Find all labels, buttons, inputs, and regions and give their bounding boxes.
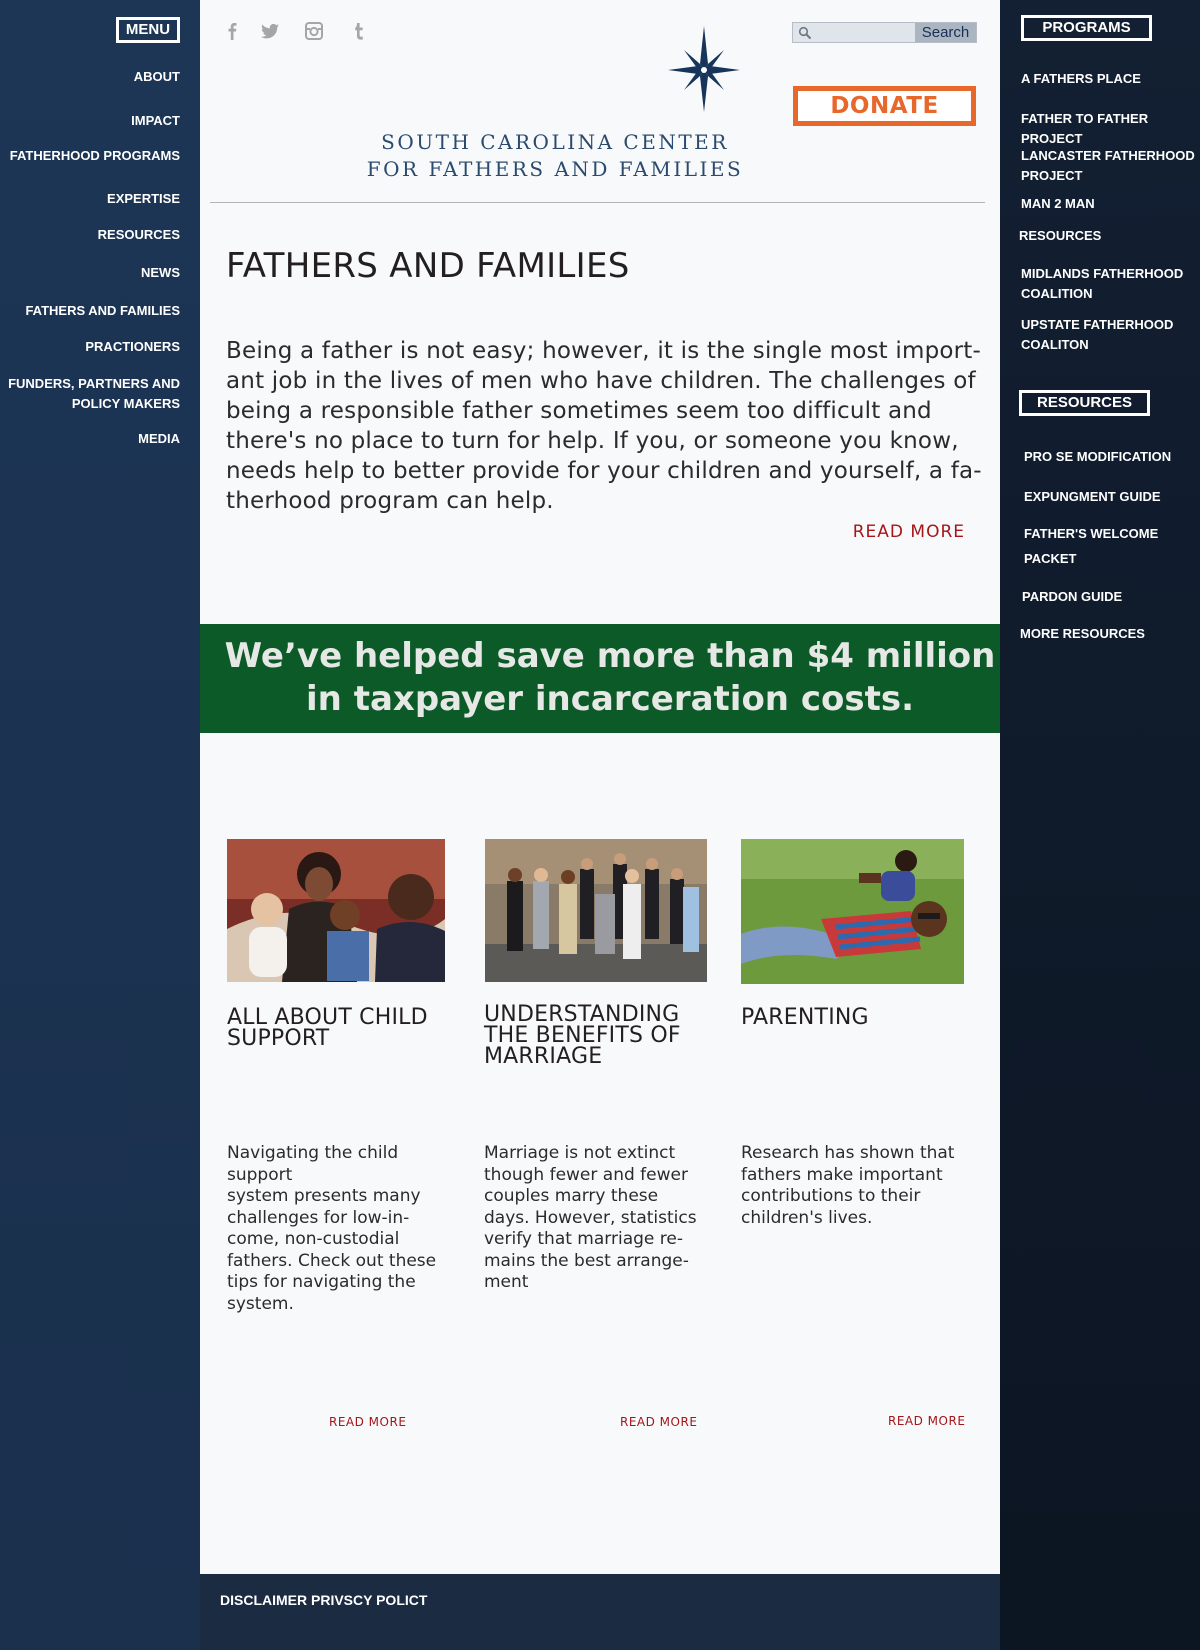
nav-item-policy-makers[interactable]: POLICY MAKERS <box>0 394 180 414</box>
intro-line: ant job in the lives of men who have chi… <box>226 368 976 394</box>
program-lancaster-project[interactable]: PROJECT <box>1021 166 1200 186</box>
banner-line-1: We’ve helped save more than $4 million <box>224 636 996 676</box>
card-body-line: days. However, statistics <box>484 1207 697 1228</box>
resource-pardon-guide[interactable]: PARDON GUIDE <box>1022 587 1200 607</box>
nav-item-media[interactable]: MEDIA <box>0 429 180 449</box>
card-body-line: come, non-custodial <box>227 1229 400 1249</box>
logo-star-icon <box>664 24 744 114</box>
program-upstate-fatherhood[interactable]: UPSTATE FATHERHOOD <box>1021 315 1200 335</box>
card-body-line: system. <box>227 1293 294 1314</box>
impact-banner: We’ve helped save more than $4 million i… <box>200 624 1000 733</box>
card-body-line: system presents many <box>227 1186 421 1206</box>
card-title-line: SUPPORT <box>227 1026 330 1051</box>
resource-expungment-guide[interactable]: EXPUNGMENT GUIDE <box>1024 487 1200 507</box>
footer <box>200 1574 1000 1650</box>
card-body-line: couples marry these <box>484 1186 659 1206</box>
card-body-line: challenges for low-in- <box>227 1207 410 1228</box>
right-sidebar: PROGRAMS A FATHERS PLACE FATHER TO FATHE… <box>1000 0 1200 1650</box>
search-button[interactable]: Search <box>915 23 976 42</box>
program-man-2-man[interactable]: MAN 2 MAN <box>1021 194 1200 214</box>
nav-item-impact[interactable]: IMPACT <box>0 111 180 131</box>
child-support-read-more-link[interactable]: READ MORE <box>329 1415 406 1429</box>
resource-more-resources[interactable]: MORE RESOURCES <box>1020 624 1200 644</box>
tumblr-icon[interactable] <box>348 20 370 42</box>
facebook-icon[interactable] <box>221 20 243 42</box>
program-father-to-father[interactable]: FATHER TO FATHER PROJECT <box>1021 109 1200 149</box>
child-support-photo[interactable] <box>227 839 445 982</box>
card-body-line: verify that marriage re- <box>484 1229 683 1249</box>
main-content <box>200 0 1000 1574</box>
card-body-marriage: Marriage is not extinct though fewer and… <box>484 1143 704 1294</box>
card-body-line: tips for navigating the <box>227 1272 416 1292</box>
nav-item-fatherhood-programs[interactable]: FATHERHOOD PROGRAMS <box>0 146 180 166</box>
program-midlands-coalition[interactable]: COALITION <box>1021 284 1200 304</box>
card-body-line: Research has shown that <box>741 1143 955 1163</box>
resource-packet[interactable]: PACKET <box>1024 549 1200 569</box>
intro-line: Being a father is not easy; however, it … <box>226 338 982 364</box>
menu-badge[interactable]: MENU <box>116 17 180 43</box>
card-body-child-support: Navigating the child support system pres… <box>227 1143 447 1315</box>
nav-item-fathers-and-families[interactable]: FATHERS AND FAMILIES <box>0 301 180 321</box>
card-body-line: fathers. Check out these <box>227 1250 437 1271</box>
search-box: Search <box>792 22 977 43</box>
card-body-line: support <box>227 1164 293 1185</box>
resource-pro-se-modification[interactable]: PRO SE MODIFICATION <box>1024 447 1200 467</box>
parenting-photo[interactable] <box>741 839 964 984</box>
intro-line: therhood program can help. <box>226 488 554 514</box>
card-title-parenting[interactable]: PARENTING <box>741 1005 869 1030</box>
parenting-read-more-link[interactable]: READ MORE <box>888 1414 965 1428</box>
program-lancaster-fatherhood[interactable]: LANCASTER FATHERHOOD <box>1021 146 1200 166</box>
card-title-line: ALL ABOUT CHILD <box>227 1005 428 1030</box>
card-title-line: THE BENEFITS OF <box>484 1023 681 1048</box>
instagram-icon[interactable] <box>303 20 325 42</box>
nav-item-funders-partners[interactable]: FUNDERS, PARTNERS AND <box>0 374 180 394</box>
nav-item-practioners[interactable]: PRACTIONERS <box>0 337 180 357</box>
card-body-line: ment <box>484 1272 529 1292</box>
program-resources[interactable]: RESOURCES <box>1019 226 1200 246</box>
program-a-fathers-place[interactable]: A FATHERS PLACE <box>1021 69 1200 89</box>
card-body-parenting: Research has shown that fathers make imp… <box>741 1143 961 1229</box>
card-body-line: fathers make important <box>741 1164 943 1185</box>
card-body-line: mains the best arrange- <box>484 1250 689 1271</box>
nav-item-about[interactable]: ABOUT <box>0 67 180 87</box>
nav-item-expertise[interactable]: EXPERTISE <box>0 189 180 209</box>
intro-line: being a responsible father sometimes see… <box>226 398 932 424</box>
logo-line-2: FOR FATHERS AND FAMILIES <box>366 157 744 181</box>
header-divider <box>210 202 985 203</box>
search-icon <box>798 26 812 45</box>
card-title-child-support[interactable]: ALL ABOUT CHILD SUPPORT <box>227 1005 428 1051</box>
twitter-icon[interactable] <box>259 20 281 42</box>
page-title: FATHERS AND FAMILIES <box>226 246 630 286</box>
programs-badge[interactable]: PROGRAMS <box>1021 15 1152 41</box>
card-body-line: contributions to their <box>741 1186 921 1206</box>
intro-read-more-link[interactable]: READ MORE <box>853 522 965 542</box>
marriage-read-more-link[interactable]: READ MORE <box>620 1415 697 1429</box>
card-title-line: MARRIAGE <box>484 1044 603 1069</box>
marriage-photo[interactable] <box>485 839 707 982</box>
left-sidebar: MENU ABOUT IMPACT FATHERHOOD PROGRAMS EX… <box>0 0 200 1650</box>
card-body-line: children's lives. <box>741 1207 873 1228</box>
program-upstate-coaliton[interactable]: COALITON <box>1021 335 1200 355</box>
resource-fathers-welcome[interactable]: FATHER'S WELCOME <box>1024 524 1200 544</box>
resources-badge[interactable]: RESOURCES <box>1019 390 1150 416</box>
card-title-line: PARENTING <box>741 1005 869 1030</box>
card-title-marriage[interactable]: UNDERSTANDING THE BENEFITS OF MARRIAGE <box>484 1002 681 1069</box>
intro-line: there's no place to turn for help. If yo… <box>226 428 959 454</box>
nav-item-resources[interactable]: RESOURCES <box>0 225 180 245</box>
intro-paragraph: Being a father is not easy; however, it … <box>226 336 982 516</box>
footer-links[interactable]: DISCLAIMER PRIVSCY POLICT <box>220 1592 427 1608</box>
card-body-line: Navigating the child <box>227 1143 399 1163</box>
card-title-line: UNDERSTANDING <box>484 1002 680 1027</box>
program-midlands-fatherhood[interactable]: MIDLANDS FATHERHOOD <box>1021 264 1200 284</box>
card-body-line: Marriage is not extinct <box>484 1143 676 1163</box>
card-body-line: though fewer and fewer <box>484 1164 688 1185</box>
intro-line: needs help to better provide for your ch… <box>226 458 982 484</box>
logo-line-1: SOUTH CAROLINA CENTER <box>381 130 729 154</box>
donate-button[interactable]: DONATE <box>793 86 976 126</box>
banner-line-2: in taxpayer incarceration costs. <box>306 679 914 719</box>
nav-item-news[interactable]: NEWS <box>0 263 180 283</box>
